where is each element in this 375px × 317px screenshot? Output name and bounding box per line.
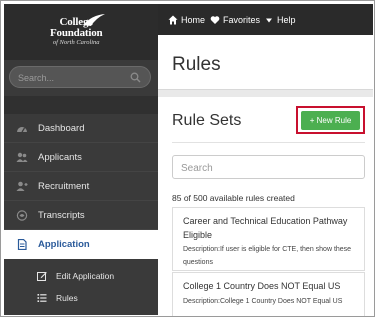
- transcript-icon: [16, 210, 28, 221]
- help-label: Help: [277, 15, 296, 25]
- sidebar-item-label: Applicants: [38, 152, 82, 163]
- heart-icon: [210, 16, 220, 24]
- sidebar-divider: [4, 96, 158, 114]
- rule-description: Description:If user is eligible for CTE,…: [183, 246, 352, 266]
- add-user-icon: [16, 181, 28, 191]
- new-rule-button[interactable]: + New Rule: [301, 111, 360, 130]
- sidebar-subitem-label: Edit Application: [56, 271, 115, 281]
- search-icon[interactable]: [130, 72, 141, 83]
- sidebar-subitem-label: Rules: [56, 293, 78, 303]
- users-icon: [16, 152, 28, 162]
- sidebar-subitem-rules[interactable]: Rules: [4, 287, 158, 309]
- sidebar-item-transcripts[interactable]: Transcripts: [4, 201, 158, 230]
- document-icon: [17, 239, 27, 250]
- sidebar-item-label: Transcripts: [38, 210, 85, 221]
- rule-sets-title: Rule Sets: [172, 112, 242, 129]
- favorites-label: Favorites: [223, 15, 261, 25]
- rule-search-input[interactable]: [181, 161, 351, 175]
- rule-name: College 1 Country Does NOT Equal US: [183, 281, 341, 291]
- page-header: Rules: [158, 35, 373, 90]
- page-title: Rules: [172, 54, 221, 75]
- dashboard-icon: [17, 127, 27, 133]
- panel-divider: [172, 142, 365, 143]
- rule-description: Description:College 1 Country Does NOT E…: [183, 298, 343, 305]
- edit-icon: [37, 272, 47, 281]
- top-navbar: Home Favorites Help: [158, 4, 373, 35]
- sidebar-item-recruitment[interactable]: Recruitment: [4, 172, 158, 201]
- home-label: Home: [181, 15, 206, 25]
- logo-line-3: of North Carolina: [52, 39, 100, 46]
- list-icon: [37, 294, 47, 302]
- logo-line-2: Foundation: [50, 27, 103, 39]
- home-icon: [168, 15, 178, 25]
- plus-icon: +: [309, 116, 315, 125]
- rule-search-box: [172, 155, 365, 179]
- sidebar-subitem-edit-application[interactable]: Edit Application: [4, 265, 158, 287]
- rule-name: Career and Technical Education Pathway E…: [183, 216, 348, 240]
- sidebar-item-label: Application: [38, 239, 90, 250]
- rule-sets-panel: Rule Sets + New Rule 85 of 500 available…: [158, 97, 373, 316]
- sidebar-item-label: Recruitment: [38, 181, 90, 192]
- sidebar-search: [9, 66, 151, 88]
- new-rule-label: New Rule: [316, 116, 352, 125]
- sidebar-item-application[interactable]: Application: [4, 230, 158, 259]
- sidebar: College Foundation of North Carolina Das…: [4, 4, 158, 315]
- sidebar-item-label: Dashboard: [38, 123, 85, 134]
- sidebar-search-input[interactable]: [18, 70, 128, 85]
- main-content: Rules Rule Sets + New Rule 85 of 500 ava…: [158, 35, 373, 316]
- rule-item[interactable]: Career and Technical Education Pathway E…: [172, 207, 365, 271]
- rule-item[interactable]: College 1 Country Does NOT Equal US Desc…: [172, 272, 365, 316]
- rule-count-text: 85 of 500 available rules created: [172, 193, 295, 203]
- logo[interactable]: College Foundation of North Carolina: [4, 4, 158, 60]
- app-window: College Foundation of North Carolina Das…: [0, 0, 375, 317]
- caret-down-icon: [266, 18, 272, 23]
- sidebar-item-applicants[interactable]: Applicants: [4, 143, 158, 172]
- logo-swoosh-icon: [83, 14, 105, 26]
- sidebar-item-dashboard[interactable]: Dashboard: [4, 114, 158, 143]
